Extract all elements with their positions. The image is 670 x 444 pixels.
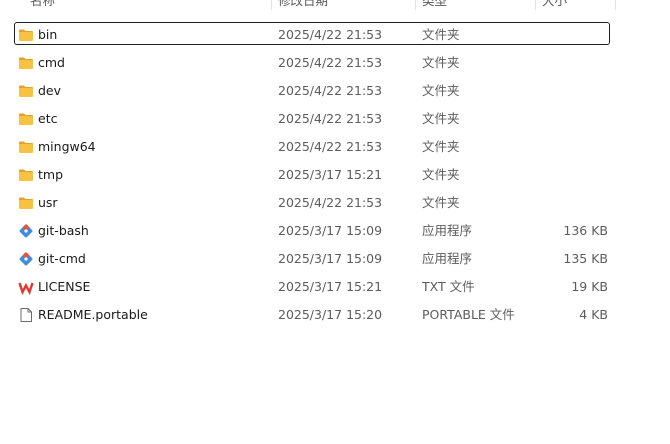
file-modified-date: 2025/4/22 21:53 [278,83,383,98]
folder-icon [19,113,33,125]
file-explorer: 名称 修改日期 类型 大小 bin 2025/4/22 21:53 文件夹 cm… [0,0,670,444]
file-size: 135 KB [563,251,608,266]
file-row-tmp[interactable]: tmp 2025/3/17 15:21 文件夹 [0,161,616,189]
file-icon-cell [18,189,36,217]
file-name: git-bash [38,223,89,238]
file-modified-date: 2025/3/17 15:20 [278,307,383,322]
file-size: 4 KB [579,307,608,322]
file-row-mingw64[interactable]: mingw64 2025/4/22 21:53 文件夹 [0,133,616,161]
file-name: etc [38,111,58,126]
file-type: 文件夹 [422,139,460,154]
file-modified-date: 2025/3/17 15:21 [278,167,383,182]
folder-icon [19,85,33,97]
file-type: 文件夹 [422,167,460,182]
file-type: 文件夹 [422,27,460,42]
column-header-date[interactable]: 修改日期 [278,0,408,16]
file-modified-date: 2025/4/22 21:53 [278,111,383,126]
folder-icon [19,57,33,69]
file-type: 文件夹 [422,111,460,126]
file-modified-date: 2025/4/22 21:53 [278,195,383,210]
file-list: bin 2025/4/22 21:53 文件夹 cmd 2025/4/22 21… [0,21,616,329]
file-modified-date: 2025/3/17 15:21 [278,279,383,294]
file-size [540,105,608,133]
file-icon-cell [18,161,36,189]
file-modified-date: 2025/3/17 15:09 [278,251,383,266]
file-size [540,189,608,217]
column-header-name[interactable]: 名称 [30,0,260,16]
column-divider[interactable] [535,0,536,10]
file-name: usr [38,195,58,210]
file-icon-cell [18,245,36,273]
file-icon-cell [18,21,36,49]
file-modified-date: 2025/4/22 21:53 [278,55,383,70]
folder-icon [19,197,33,209]
git-app-icon [19,252,33,266]
file-size [540,161,608,189]
folder-icon [19,169,33,181]
file-size: 136 KB [563,223,608,238]
file-row-cmd[interactable]: cmd 2025/4/22 21:53 文件夹 [0,49,616,77]
folder-icon [19,141,33,153]
file-row-git-cmd[interactable]: git-cmd 2025/3/17 15:09 应用程序 135 KB [0,245,616,273]
file-row-git-bash[interactable]: git-bash 2025/3/17 15:09 应用程序 136 KB [0,217,616,245]
file-icon-cell [18,301,36,329]
file-type: 应用程序 [422,223,473,238]
file-type: 应用程序 [422,251,473,266]
file-row-bin[interactable]: bin 2025/4/22 21:53 文件夹 [0,21,616,49]
file-name: mingw64 [38,139,96,154]
file-type: 文件夹 [422,83,460,98]
file-type: TXT 文件 [422,279,475,294]
git-app-icon [19,224,33,238]
column-header-size[interactable]: 大小 [542,0,610,16]
file-type: PORTABLE 文件 [422,307,515,322]
column-divider[interactable] [615,0,616,10]
file-icon-cell [18,133,36,161]
file-modified-date: 2025/4/22 21:53 [278,139,383,154]
file-icon-cell [18,217,36,245]
column-header-bar: 名称 修改日期 类型 大小 [0,0,616,16]
file-name: LICENSE [38,279,91,294]
file-icon-cell [18,77,36,105]
file-size [540,77,608,105]
file-size [540,133,608,161]
file-icon-cell [18,273,36,301]
file-name: git-cmd [38,251,86,266]
file-modified-date: 2025/4/22 21:53 [278,27,383,42]
file-size [540,21,608,49]
file-type: 文件夹 [422,195,460,210]
file-row-dev[interactable]: dev 2025/4/22 21:53 文件夹 [0,77,616,105]
blank-file-icon [20,308,32,322]
file-name: README.portable [38,307,148,322]
file-size [540,49,608,77]
file-icon-cell [18,105,36,133]
file-row-license[interactable]: LICENSE 2025/3/17 15:21 TXT 文件 19 KB [0,273,616,301]
file-name: tmp [38,167,64,182]
file-row-etc[interactable]: etc 2025/4/22 21:53 文件夹 [0,105,616,133]
column-header-type[interactable]: 类型 [422,0,532,16]
folder-icon [19,29,33,41]
wps-document-icon [18,282,34,295]
column-divider[interactable] [415,0,416,10]
file-name: cmd [38,55,65,70]
file-name: dev [38,83,62,98]
file-row-usr[interactable]: usr 2025/4/22 21:53 文件夹 [0,189,616,217]
file-name: bin [38,27,58,42]
file-type: 文件夹 [422,55,460,70]
file-icon-cell [18,49,36,77]
file-size: 19 KB [571,279,608,294]
column-divider[interactable] [271,0,272,10]
file-modified-date: 2025/3/17 15:09 [278,223,383,238]
file-row-readme-portable[interactable]: README.portable 2025/3/17 15:20 PORTABLE… [0,301,616,329]
